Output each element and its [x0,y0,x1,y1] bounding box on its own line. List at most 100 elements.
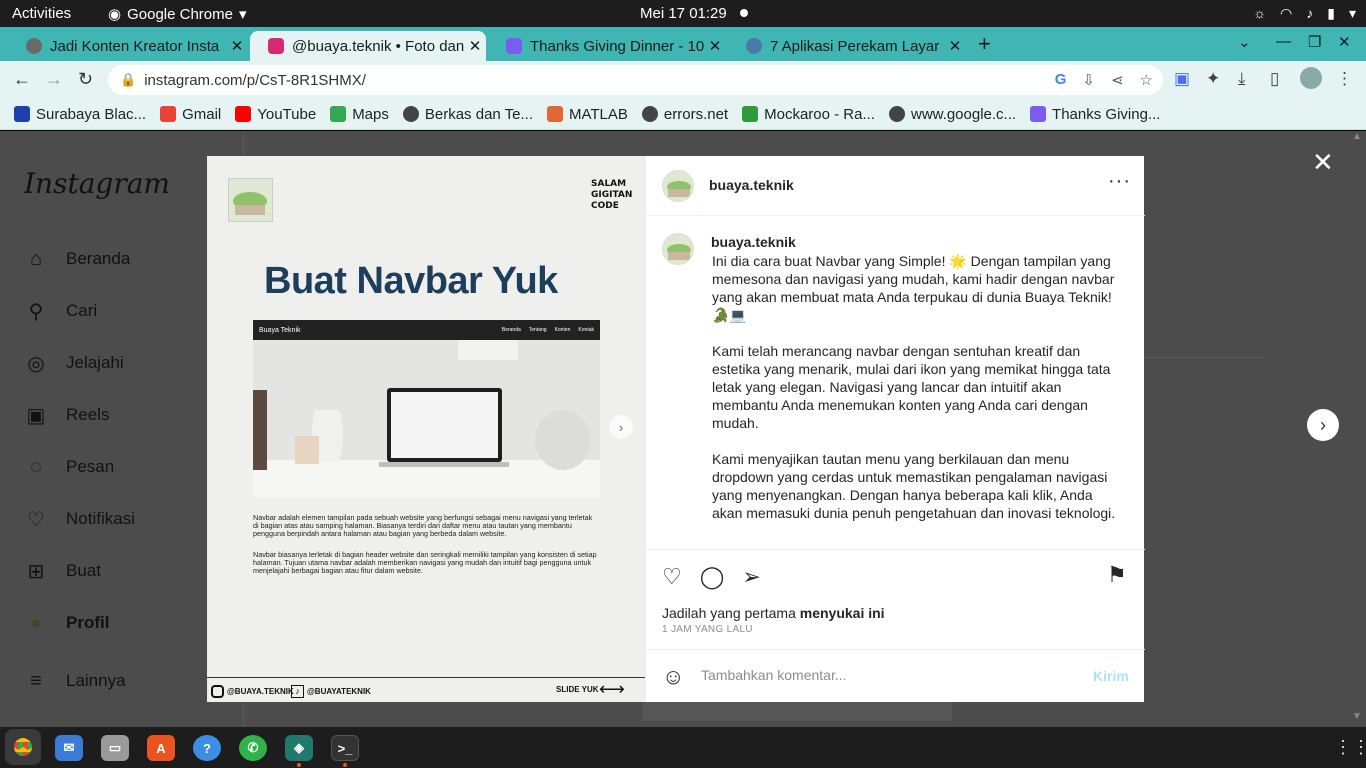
thunderbird-app[interactable]: ✉ [55,735,83,761]
caption-paragraph: Ini dia cara buat Navbar yang Simple! 🌟 … [712,253,1115,323]
translate-icon[interactable]: ▣ [1174,69,1190,89]
avatar[interactable] [662,233,694,265]
reels-icon: ▣ [26,404,46,427]
scroll-down-icon[interactable]: ▼ [1352,711,1362,722]
bookmark-maps[interactable]: Maps [330,106,389,123]
chevron-down-icon: ▾ [238,6,247,23]
help-app[interactable]: ? [193,735,221,761]
close-icon[interactable]: ✕ [944,37,966,55]
download-icon[interactable]: ⤓ [1238,69,1246,89]
lock-icon[interactable]: 🔒 [120,72,136,88]
chrome-app[interactable] [5,729,41,765]
forward-icon[interactable]: → [45,69,63,90]
bookmark-label: MATLAB [569,105,628,123]
create-icon: ⊞ [27,560,45,583]
tab[interactable]: 7 Aplikasi Perekam Layar ✕ [728,31,966,61]
likes-link[interactable]: menyukai ini [800,605,885,621]
bookmark-surabaya[interactable]: Surabaya Blac... [14,106,146,123]
arrow-right-icon: ⟷ [599,679,625,699]
clock[interactable]: Mei 17 01:29 [640,5,727,22]
next-post-icon[interactable]: › [1307,409,1339,441]
brightness-icon: ☼ [1253,5,1267,21]
minimize-icon[interactable]: — [1276,33,1291,50]
close-icon[interactable]: ✕ [704,37,726,55]
slide-label: SLIDE YUK [556,685,599,694]
bookmark-label: Thanks Giving... [1052,105,1161,123]
url-text[interactable]: instagram.com/p/CsT-8R1SHMX/ [144,72,366,89]
comment-input[interactable] [701,667,1071,683]
star-icon[interactable]: ☆ [1140,71,1153,89]
carousel-next-icon[interactable]: › [609,415,633,439]
nav-label: Lainnya [66,671,126,690]
app-menu[interactable]: ◉ Google Chrome ▾ [108,5,247,24]
comment-icon[interactable]: ◯ [700,564,725,590]
terminal-app[interactable]: >_ [331,735,359,761]
tab[interactable]: Jadi Konten Kreator Insta ✕ [8,31,248,61]
navbar-mockup: Buaya Teknik Beranda Tentang Konten Kont… [253,320,600,497]
battery-icon: ▮ [1327,5,1335,21]
bookmark-gmail[interactable]: Gmail [160,106,221,123]
post-image[interactable]: SALAM GIGITAN CODE Buat Navbar Yuk Buaya… [207,156,645,702]
emoji-icon[interactable]: ☺ [662,664,684,690]
menu-icon[interactable]: ⋮ [1336,69,1353,89]
bookmark-mockaroo[interactable]: Mockaroo - Ra... [742,106,875,123]
post-comment-button[interactable]: Kirim [1093,668,1129,684]
files-app[interactable]: ▭ [101,735,129,761]
bookmark-thanksgiving[interactable]: Thanks Giving... [1030,106,1160,123]
salam-text: SALAM GIGITAN CODE [591,179,632,212]
reload-icon[interactable]: ↻ [78,69,93,90]
system-tray[interactable]: ☼ ◠ ♪ ▮ ▾ [1253,5,1356,22]
nav-buat[interactable]: ⊞ Buat [24,559,101,583]
instagram-logo[interactable]: Instagram [24,167,170,200]
tab-active[interactable]: @buaya.teknik • Foto dan ✕ [250,31,486,61]
salam-line: GIGITAN [591,190,633,200]
close-icon[interactable]: ✕ [226,37,248,55]
avatar[interactable] [662,170,694,202]
mock-brand: Buaya Teknik [259,326,301,334]
save-bookmark-icon[interactable]: ⚑ [1107,562,1127,588]
close-window-icon[interactable]: ✕ [1338,33,1351,51]
google-icon[interactable]: G [1055,71,1067,89]
tab-search-icon[interactable]: ⌄ [1238,33,1251,51]
install-icon[interactable]: ⇩ [1082,71,1095,89]
running-indicator [297,763,301,767]
software-app[interactable]: A [147,735,175,761]
close-icon[interactable]: ✕ [464,37,486,55]
anaconda-app[interactable]: ◈ [285,735,313,761]
bookmark-berkas[interactable]: Berkas dan Te... [402,106,533,123]
like-heart-icon[interactable]: ♡ [662,564,682,590]
caption-username[interactable]: buaya.teknik [711,234,796,250]
bookmark-youtube[interactable]: YouTube [235,106,316,123]
profile-avatar[interactable] [1300,67,1322,89]
scroll-up-icon[interactable]: ▲ [1352,131,1362,142]
activities-button[interactable]: Activities [12,5,71,22]
post-username[interactable]: buaya.teknik [709,177,794,193]
address-bar[interactable]: 🔒 instagram.com/p/CsT-8R1SHMX/ G ⇩ ⋖ ☆ [108,65,1163,95]
nav-notifikasi[interactable]: ♡ Notifikasi [24,507,135,531]
bookmark-errors[interactable]: errors.net [641,106,728,123]
share-icon[interactable]: ⋖ [1111,71,1124,89]
handle-text: @BUAYA.TEKNIK [227,687,294,696]
bookmark-google[interactable]: www.google.c... [888,105,1017,123]
nav-profil[interactable]: ● Profil [24,611,110,635]
whatsapp-app[interactable]: ✆ [239,735,267,761]
share-icon[interactable]: ➢ [742,564,760,590]
nav-reels[interactable]: ▣ Reels [24,403,110,427]
maximize-icon[interactable]: ❐ [1308,33,1321,51]
back-icon[interactable]: ← [13,69,31,90]
nav-jelajahi[interactable]: ◎ Jelajahi [24,351,123,375]
more-options-icon[interactable]: ··· [1108,170,1131,193]
bookmark-label: www.google.c... [910,105,1017,123]
new-tab-button[interactable]: + [978,31,991,57]
close-icon[interactable]: ✕ [1312,147,1334,178]
nav-beranda[interactable]: ⌂ Beranda [24,247,130,271]
post-header: buaya.teknik ··· [646,156,1145,216]
show-apps-icon[interactable]: ⋮⋮⋮ [1334,737,1366,758]
nav-cari[interactable]: ⚲ Cari [24,299,98,323]
extensions-icon[interactable]: ✦ [1206,69,1220,89]
side-panel-icon[interactable]: ▯ [1270,69,1279,89]
bookmark-matlab[interactable]: MATLAB [547,106,628,123]
nav-lainnya[interactable]: ≡ Lainnya [24,669,126,693]
tab[interactable]: Thanks Giving Dinner - 10 ✕ [488,31,726,61]
nav-pesan[interactable]: ◌ Pesan [24,455,114,479]
